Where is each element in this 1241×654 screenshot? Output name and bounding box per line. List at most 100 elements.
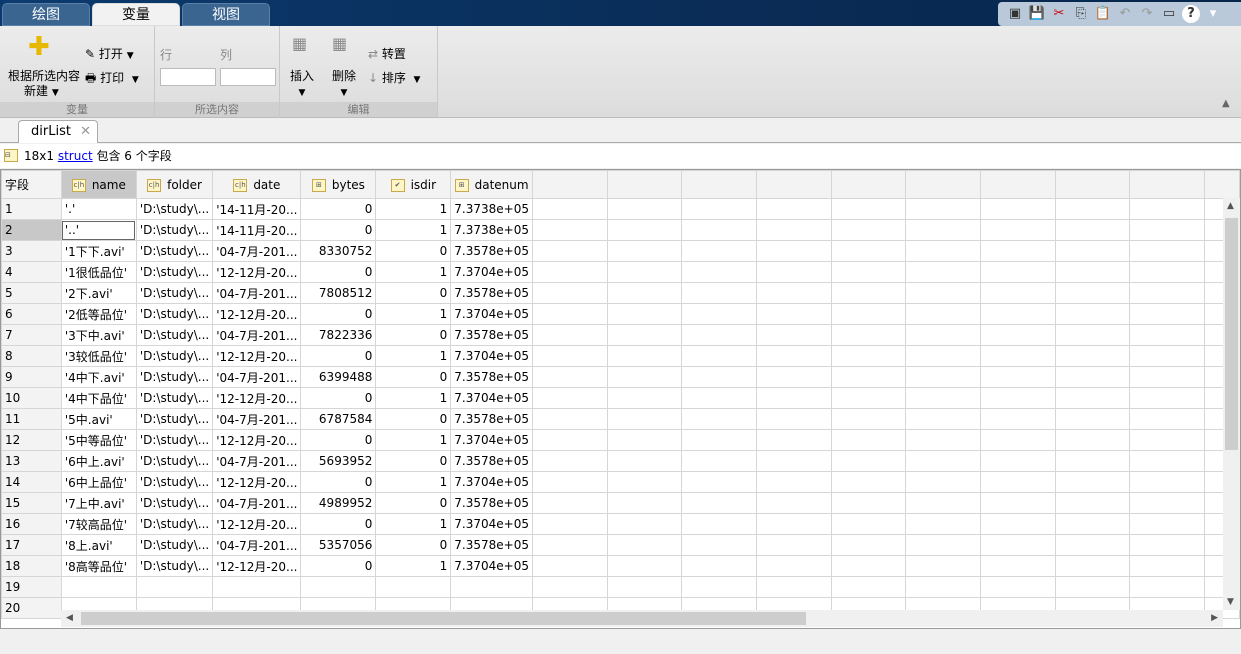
row-header[interactable]: 9 xyxy=(1,366,62,388)
table-cell[interactable]: '14-11月-20... xyxy=(212,198,302,220)
table-cell[interactable] xyxy=(681,429,757,451)
expand-icon[interactable]: ▾ xyxy=(1204,5,1222,23)
table-cell[interactable]: 7.3578e+05 xyxy=(450,450,533,472)
table-cell[interactable]: 0 xyxy=(300,555,377,577)
table-cell[interactable]: 7.3704e+05 xyxy=(450,513,533,535)
table-cell[interactable] xyxy=(1054,345,1131,367)
table-cell[interactable] xyxy=(681,450,757,472)
table-cell[interactable]: '12-12月-20... xyxy=(212,303,302,325)
table-cell[interactable] xyxy=(905,576,981,598)
table-cell[interactable] xyxy=(830,198,907,220)
doc-tab-dirlist[interactable]: dirList ✕ xyxy=(18,120,98,143)
table-cell[interactable]: 'D:\study\... xyxy=(135,366,214,388)
table-cell[interactable]: '7上中.avi' xyxy=(60,492,137,514)
table-cell[interactable] xyxy=(905,240,981,262)
table-cell[interactable] xyxy=(606,576,683,598)
table-cell[interactable] xyxy=(681,240,757,262)
table-cell[interactable] xyxy=(905,450,981,472)
table-cell[interactable]: 0 xyxy=(300,429,377,451)
row-input[interactable] xyxy=(160,68,216,86)
table-cell[interactable]: 'D:\study\... xyxy=(135,555,214,577)
tab-view[interactable]: 视图 xyxy=(182,3,270,26)
table-cell[interactable]: 7.3704e+05 xyxy=(450,261,533,283)
table-cell[interactable]: '8上.avi' xyxy=(60,534,137,556)
empty-column-header[interactable] xyxy=(1054,170,1131,199)
table-cell[interactable]: '4中下品位' xyxy=(60,387,137,409)
table-cell[interactable]: 0 xyxy=(375,282,452,304)
table-cell[interactable]: 'D:\study\... xyxy=(135,387,214,409)
table-cell[interactable] xyxy=(606,450,683,472)
table-cell[interactable]: '..' xyxy=(60,219,137,241)
table-cell[interactable] xyxy=(531,345,608,367)
row-header[interactable]: 14 xyxy=(1,471,62,493)
table-cell[interactable] xyxy=(531,450,608,472)
table-cell[interactable]: 0 xyxy=(300,198,377,220)
table-cell[interactable] xyxy=(830,303,907,325)
table-cell[interactable] xyxy=(606,282,683,304)
table-cell[interactable] xyxy=(980,240,1056,262)
table-cell[interactable] xyxy=(755,261,832,283)
collapse-ribbon-icon[interactable]: ▲ xyxy=(1222,98,1230,109)
horizontal-scrollbar[interactable]: ◀ ▶ xyxy=(61,610,1223,627)
table-cell[interactable] xyxy=(830,471,907,493)
table-cell[interactable] xyxy=(1129,450,1206,472)
table-cell[interactable]: '04-7月-201... xyxy=(212,408,302,430)
table-cell[interactable] xyxy=(1054,429,1131,451)
table-cell[interactable]: 0 xyxy=(375,240,452,262)
table-cell[interactable] xyxy=(980,408,1056,430)
table-cell[interactable]: 6399488 xyxy=(300,366,377,388)
table-cell[interactable] xyxy=(905,366,981,388)
table-cell[interactable]: 0 xyxy=(300,219,377,241)
table-cell[interactable] xyxy=(1054,303,1131,325)
table-cell[interactable] xyxy=(606,240,683,262)
table-cell[interactable] xyxy=(681,534,757,556)
cut-icon[interactable]: ✂ xyxy=(1050,5,1068,23)
table-cell[interactable] xyxy=(681,198,757,220)
table-cell[interactable] xyxy=(681,219,757,241)
table-cell[interactable] xyxy=(606,471,683,493)
table-cell[interactable]: '6中上品位' xyxy=(60,471,137,493)
table-cell[interactable]: 'D:\study\... xyxy=(135,450,214,472)
table-cell[interactable]: 7.3704e+05 xyxy=(450,303,533,325)
table-cell[interactable] xyxy=(1129,576,1206,598)
table-cell[interactable] xyxy=(1129,303,1206,325)
table-cell[interactable] xyxy=(1129,471,1206,493)
table-cell[interactable] xyxy=(681,471,757,493)
row-header[interactable]: 19 xyxy=(1,576,62,598)
new-document-icon[interactable]: ▣ xyxy=(1006,5,1024,23)
table-cell[interactable] xyxy=(1129,492,1206,514)
table-cell[interactable]: '12-12月-20... xyxy=(212,471,302,493)
table-cell[interactable] xyxy=(1129,282,1206,304)
table-cell[interactable] xyxy=(606,534,683,556)
table-cell[interactable]: 7.3704e+05 xyxy=(450,471,533,493)
table-cell[interactable] xyxy=(905,534,981,556)
table-cell[interactable] xyxy=(905,513,981,535)
table-cell[interactable] xyxy=(755,219,832,241)
table-cell[interactable] xyxy=(905,261,981,283)
row-header[interactable]: 18 xyxy=(1,555,62,577)
table-cell[interactable] xyxy=(980,198,1056,220)
table-cell[interactable] xyxy=(531,198,608,220)
row-header[interactable]: 4 xyxy=(1,261,62,283)
table-cell[interactable] xyxy=(606,324,683,346)
table-cell[interactable] xyxy=(531,492,608,514)
table-cell[interactable] xyxy=(681,576,757,598)
table-cell[interactable] xyxy=(1054,240,1131,262)
table-cell[interactable] xyxy=(830,261,907,283)
table-cell[interactable] xyxy=(1129,366,1206,388)
table-cell[interactable] xyxy=(681,303,757,325)
table-cell[interactable]: 'D:\study\... xyxy=(135,219,214,241)
table-cell[interactable] xyxy=(681,513,757,535)
table-cell[interactable]: 0 xyxy=(375,408,452,430)
table-cell[interactable] xyxy=(755,303,832,325)
table-cell[interactable]: 1 xyxy=(375,219,452,241)
table-cell[interactable]: 'D:\study\... xyxy=(135,198,214,220)
table-cell[interactable] xyxy=(1054,261,1131,283)
table-cell[interactable] xyxy=(755,471,832,493)
table-cell[interactable] xyxy=(980,303,1056,325)
table-cell[interactable]: 6787584 xyxy=(300,408,377,430)
row-header[interactable]: 2 xyxy=(1,219,62,241)
table-cell[interactable]: 1 xyxy=(375,555,452,577)
table-cell[interactable] xyxy=(1129,513,1206,535)
table-cell[interactable] xyxy=(830,240,907,262)
